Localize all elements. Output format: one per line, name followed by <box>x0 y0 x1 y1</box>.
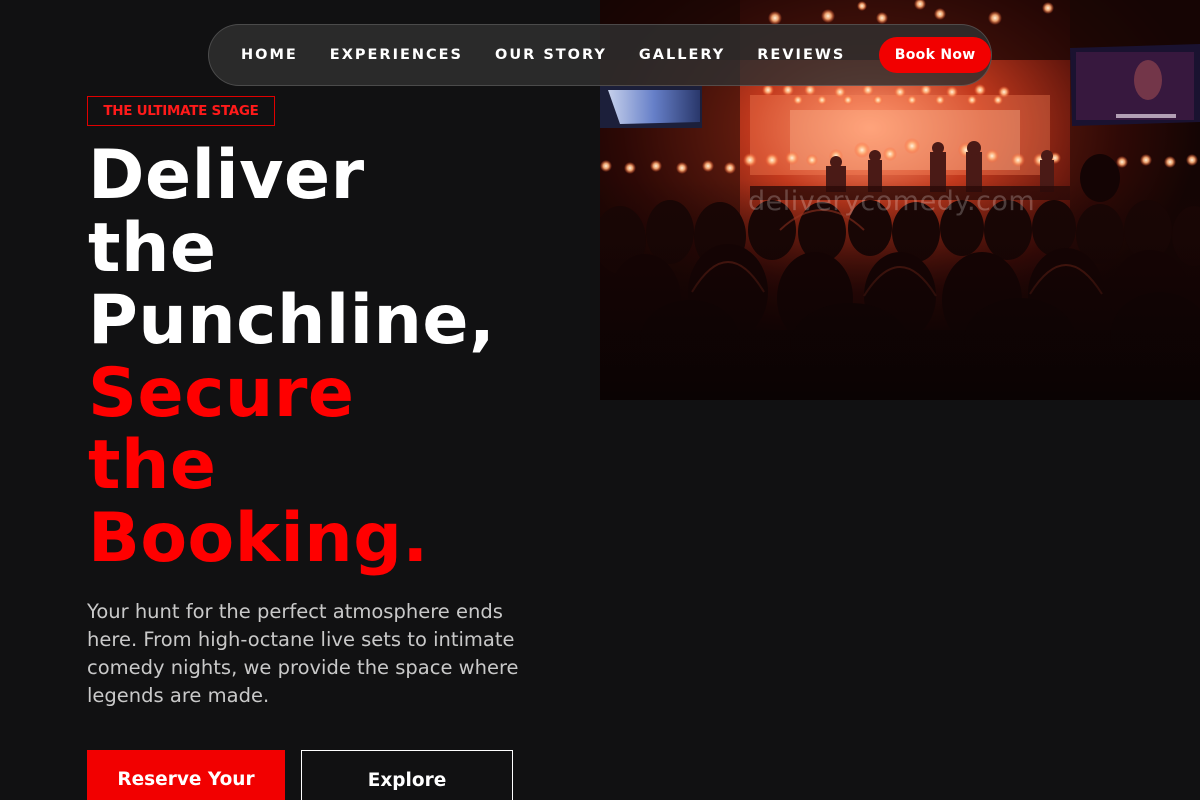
headline-line: Punchline, <box>88 281 496 360</box>
hero-badge: THE ULTIMATE STAGE <box>87 96 275 126</box>
headline-line-accent: the <box>88 426 217 505</box>
hero-subtitle: Your hunt for the perfect atmosphere end… <box>87 600 519 707</box>
nav-item-experiences[interactable]: EXPERIENCES <box>330 47 463 63</box>
watermark-text: deliverycomedy.com <box>748 186 1036 217</box>
nav-item-gallery[interactable]: GALLERY <box>639 47 725 63</box>
headline-line: the <box>88 208 217 288</box>
reserve-button[interactable]: Reserve Your <box>87 750 285 800</box>
hero-headline: Deliver the Punchline, Secure the Bookin… <box>88 136 558 578</box>
nav-item-our-story[interactable]: OUR STORY <box>495 47 607 63</box>
nav-item-reviews[interactable]: REVIEWS <box>757 47 845 63</box>
headline-line: Deliver <box>88 136 365 215</box>
book-now-button[interactable]: Book Now <box>879 37 991 73</box>
headline-line-accent: Booking. <box>88 498 429 578</box>
landing-page: deliverycomedy.com HOME EXPERIENCES OUR … <box>0 0 1200 800</box>
main-navigation: HOME EXPERIENCES OUR STORY GALLERY REVIE… <box>208 24 992 86</box>
nav-item-home[interactable]: HOME <box>241 47 298 63</box>
explore-button[interactable]: Explore <box>301 750 513 800</box>
headline-line-accent: Secure <box>88 353 355 433</box>
